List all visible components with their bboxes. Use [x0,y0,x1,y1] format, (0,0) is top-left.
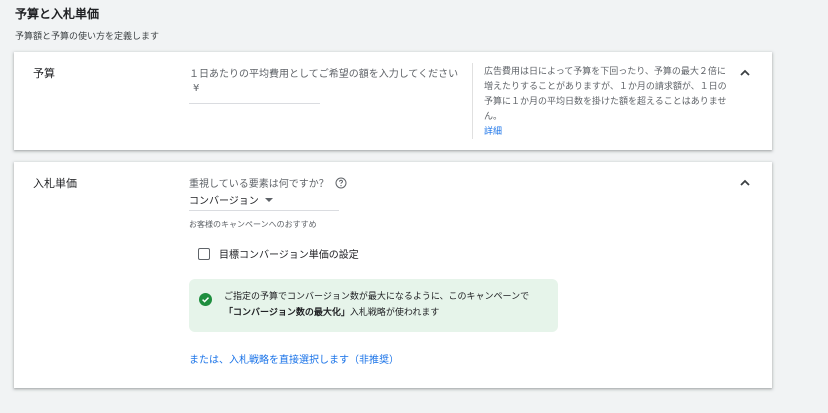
budget-input-hint[interactable]: １日あたりの平均費用としてご希望の額を入力してください [189,65,472,80]
strategy-info-line2-rest: 入札戦略が使われます [349,308,440,318]
check-circle-icon [199,291,212,306]
manual-strategy-link[interactable]: または、入札戦略を直接選択します（非推奨） [189,351,399,366]
focus-dropdown[interactable]: コンバージョン [189,192,273,207]
target-cpa-checkbox[interactable] [198,247,210,260]
strategy-info-line2: 「コンバージョン数の最大化」入札戦略が使われます [224,305,529,321]
focus-dropdown-value: コンバージョン [189,196,259,207]
chevron-up-icon[interactable] [738,176,752,190]
bidding-label: 入札単価 [33,177,77,190]
section-header: 予算と入札単価 予算額と予算の使い方を定義します [15,5,159,42]
dropdown-arrow-icon [264,197,273,202]
help-circle-icon[interactable] [335,177,347,189]
budget-input-underline [189,103,320,104]
budget-help-text: 広告費用は日によって予算を下回ったり、予算の最大２倍に増えたりすることがあります… [484,67,727,122]
budget-help-panel: 広告費用は日によって予算を下回ったり、予算の最大２倍に増えたりすることがあります… [484,65,734,140]
strategy-name: 「コンバージョン数の最大化」 [224,308,350,318]
focus-question-text: 重視している要素は何ですか？ [189,179,329,190]
chevron-up-icon[interactable] [738,66,752,80]
target-cpa-option[interactable]: 目標コンバージョン単価の設定 [198,246,359,261]
budget-card: 予算 １日あたりの平均費用としてご希望の額を入力してください ¥ 広告費用は日に… [14,52,772,150]
section-title: 予算と入札単価 [15,7,100,21]
recommendation-note: お客様のキャンペーンへのおすすめ [189,220,317,229]
dropdown-underline [189,210,339,211]
vertical-divider [472,63,473,139]
strategy-info-box: ご指定の予算でコンバージョン数が最大になるように、このキャンペーンで 「コンバー… [189,279,558,332]
bidding-card: 入札単価 重視している要素は何ですか？ コンバージョン お客様のキャンペーンへの… [14,162,772,388]
focus-question: 重視している要素は何ですか？ [189,175,347,190]
budget-label: 予算 [33,67,55,80]
currency-symbol: ¥ [193,83,200,94]
section-subtitle: 予算額と予算の使い方を定義します [15,32,160,42]
strategy-info-line1: ご指定の予算でコンバージョン数が最大になるように、このキャンペーンで [224,292,530,302]
target-cpa-label[interactable]: 目標コンバージョン単価の設定 [219,246,359,261]
learn-more-link[interactable]: 詳細 [484,125,734,140]
strategy-info-text: ご指定の予算でコンバージョン数が最大になるように、このキャンペーンで 「コンバー… [224,289,529,321]
